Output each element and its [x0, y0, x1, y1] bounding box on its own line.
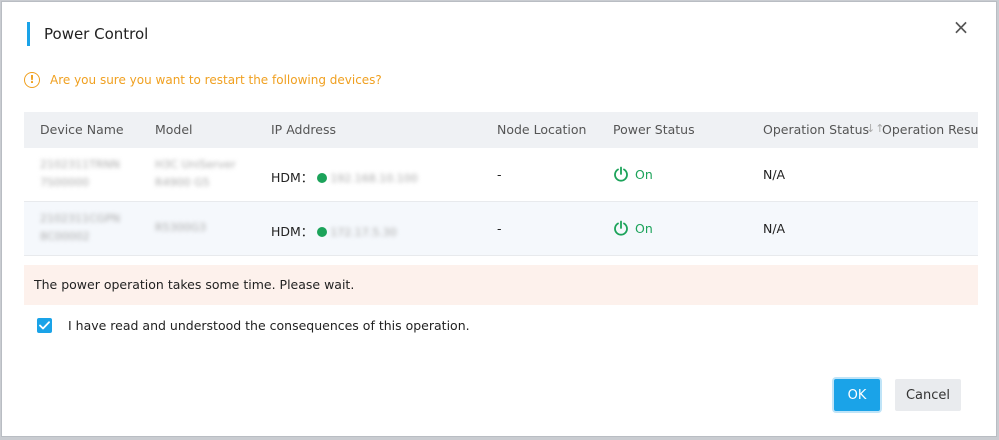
header-ip-address: IP Address [271, 122, 336, 137]
ip-address-cell: HDM： 192.168.10.100 [271, 167, 418, 188]
confirm-row: I have read and understood the consequen… [37, 318, 470, 333]
device-name-line: 8C00002 [40, 230, 90, 243]
node-location-cell: - [497, 167, 502, 182]
node-location-cell: - [497, 221, 502, 236]
title-accent-bar [27, 22, 30, 46]
header-power-status: Power Status [613, 122, 695, 137]
power-status-cell: On [613, 220, 653, 236]
cancel-button[interactable]: Cancel [895, 379, 961, 411]
header-operation-result: Operation Result [882, 122, 978, 137]
model-line: H3C UniServer [155, 158, 236, 171]
power-icon [614, 220, 628, 236]
model-line: R4900 G5 [155, 176, 210, 189]
ip-link[interactable]: 172.17.5.30 [330, 226, 396, 239]
dialog-header: Power Control [27, 22, 148, 46]
device-name-cell: 2102311CGPN 8C00002 [40, 210, 120, 246]
power-status-text: On [635, 220, 653, 236]
ip-prefix: HDM： [271, 224, 314, 239]
header-operation-status: Operation Status [763, 122, 870, 137]
wait-notice: The power operation takes some time. Ple… [24, 265, 978, 305]
warning-message: ! Are you sure you want to restart the f… [24, 72, 382, 88]
power-status-cell: On [613, 166, 653, 182]
device-name-line: 7S00000 [40, 176, 89, 189]
warning-text: Are you sure you want to restart the fol… [50, 73, 382, 87]
model-cell: R5300G3 [155, 219, 206, 237]
status-dot-icon [317, 173, 328, 183]
power-control-dialog: Power Control × ! Are you sure you want … [1, 1, 997, 437]
ip-link[interactable]: 192.168.10.100 [330, 172, 417, 185]
confirm-checkbox[interactable] [37, 318, 52, 333]
dialog-title: Power Control [44, 25, 149, 43]
model-line: R5300G3 [155, 221, 207, 234]
header-node-location: Node Location [497, 122, 587, 137]
warning-icon: ! [24, 72, 40, 88]
device-name-line: 2102311CGPN [40, 212, 121, 225]
model-cell: H3C UniServer R4900 G5 [155, 156, 236, 192]
power-status-text: On [635, 166, 653, 182]
checkmark-icon [39, 321, 50, 330]
operation-status-cell: N/A [763, 221, 786, 236]
close-icon[interactable]: × [950, 16, 972, 38]
device-name-line: 2102311TRNN [40, 158, 120, 171]
ip-prefix: HDM： [271, 170, 314, 185]
device-table: Device Name Model IP Address Node Locati… [24, 112, 978, 256]
ok-button[interactable]: OK [834, 379, 880, 411]
header-device-name: Device Name [40, 122, 124, 137]
status-dot-icon [317, 227, 328, 237]
table-row: 2102311CGPN 8C00002 R5300G3 HDM： 172.17.5… [24, 202, 978, 256]
header-model: Model [155, 122, 193, 137]
power-icon [614, 166, 628, 182]
table-header: Device Name Model IP Address Node Locati… [24, 112, 978, 148]
confirm-label: I have read and understood the consequen… [68, 318, 470, 333]
operation-status-cell: N/A [763, 167, 786, 182]
ip-address-cell: HDM： 172.17.5.30 [271, 221, 397, 242]
table-row: 2102311TRNN 7S00000 H3C UniServer R4900 … [24, 148, 978, 202]
device-name-cell: 2102311TRNN 7S00000 [40, 156, 120, 192]
